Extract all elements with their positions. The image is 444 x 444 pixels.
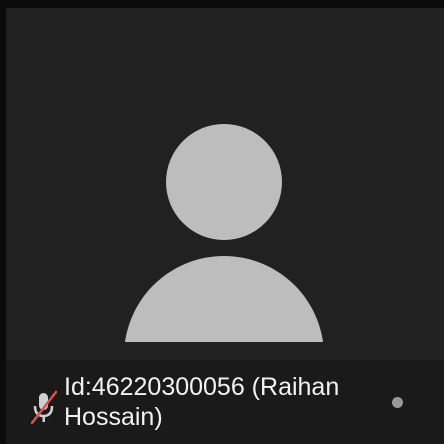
mic-off-icon [30,390,58,425]
avatar-head [166,124,282,240]
participant-name-bar: Id:46220300056 (Raihan Hossain) [6,360,444,444]
participant-name: Id:46220300056 (Raihan Hossain) [64,373,340,431]
status-dot-icon [392,397,403,408]
participant-video-tile[interactable]: Id:46220300056 (Raihan Hossain) [6,8,444,444]
